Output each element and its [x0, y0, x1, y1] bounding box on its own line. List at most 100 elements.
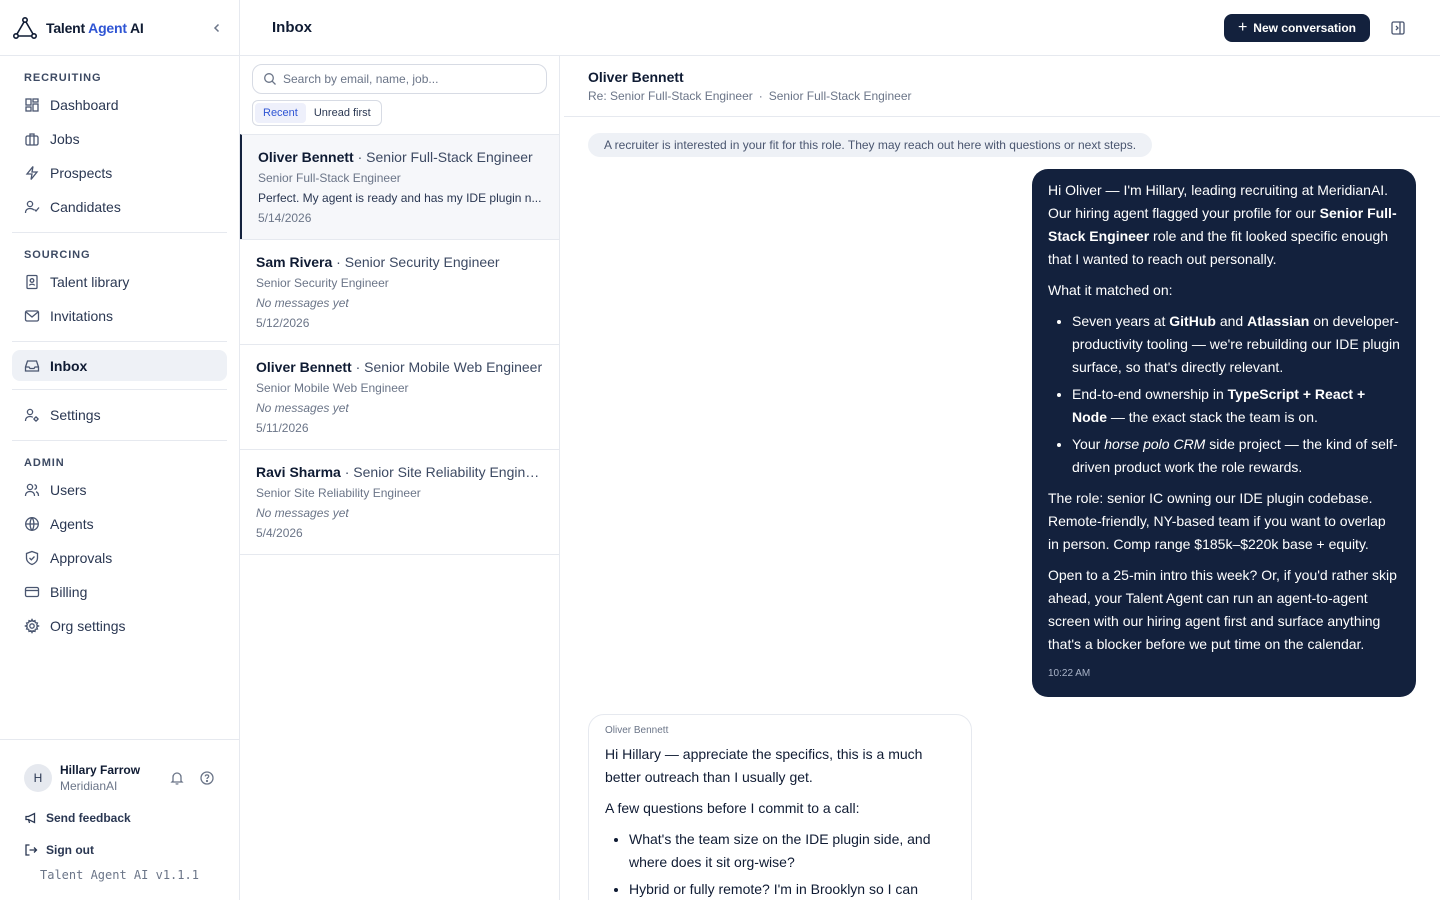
sidebar-item-label: Agents — [50, 516, 94, 532]
text-run-bold: GitHub — [1169, 313, 1216, 329]
system-note: A recruiter is interested in your fit fo… — [588, 133, 1153, 157]
search-icon — [264, 73, 276, 85]
message-paragraph: A few questions before I commit to a cal… — [605, 800, 860, 816]
sign-out-button[interactable]: Sign out — [12, 834, 227, 866]
conversation-list: Recent Unread first Oliver Bennett · Sen… — [240, 56, 560, 900]
separator: · — [351, 359, 365, 375]
conversation-date: 5/12/2026 — [256, 316, 310, 330]
sidebar-item-approvals[interactable]: Approvals — [12, 541, 227, 575]
thread-subject: Re: Senior Full-Stack Engineer — [588, 89, 753, 103]
conversation-thread: Oliver Bennett Re: Senior Full-Stack Eng… — [564, 56, 1440, 900]
sign-out-icon — [25, 844, 38, 856]
send-feedback-label: Send feedback — [46, 811, 131, 825]
lightning-icon — [25, 166, 39, 180]
conversation-item[interactable]: Sam Rivera · Senior Security Engineer Se… — [240, 239, 559, 344]
sidebar-item-invitations[interactable]: Invitations — [12, 299, 227, 333]
filter-tabs: Recent Unread first — [252, 100, 382, 126]
conversation-preview: No messages yet — [256, 401, 349, 415]
user-org: MeridianAI — [60, 779, 118, 793]
chevron-left-icon — [213, 23, 220, 32]
conversation-item[interactable]: Oliver Bennett · Senior Mobile Web Engin… — [240, 344, 559, 449]
message-paragraph: Hi Hillary — appreciate the specifics, t… — [605, 746, 923, 785]
list-item: Your horse polo CRM side project — the k… — [1072, 433, 1400, 479]
new-conversation-button[interactable]: + New conversation — [1223, 13, 1370, 42]
new-conversation-label: New conversation — [1253, 20, 1356, 35]
conversation-role: Senior Full-Stack Engineer — [258, 171, 401, 185]
sidebar-item-label: Talent library — [50, 274, 130, 290]
brand-name-prefix: Talent — [46, 19, 89, 36]
sidebar-item-prospects[interactable]: Prospects — [12, 156, 227, 190]
help-icon[interactable] — [199, 770, 215, 786]
panel-right-icon — [1391, 20, 1405, 35]
sign-out-label: Sign out — [46, 843, 94, 857]
conversation-heading: Ravi Sharma · Senior Site Reliability En… — [256, 464, 543, 480]
sidebar-item-label: Org settings — [50, 618, 126, 634]
sidebar-item-agents[interactable]: Agents — [12, 507, 227, 541]
conversation-heading: Oliver Bennett · Senior Mobile Web Engin… — [256, 359, 543, 375]
message-paragraph: The role: senior IC owning our IDE plugi… — [1048, 490, 1386, 552]
nav-divider — [12, 341, 227, 342]
nav-divider — [12, 389, 227, 390]
nav-divider — [12, 440, 227, 441]
tab-unread-first[interactable]: Unread first — [306, 103, 379, 123]
text-run: Your — [1072, 436, 1105, 452]
collapse-sidebar-button[interactable] — [207, 18, 227, 38]
dashboard-icon — [25, 98, 39, 112]
sidebar-item-talent-library[interactable]: Talent library — [12, 265, 227, 299]
sidebar-item-label: Billing — [50, 584, 88, 600]
brand-name-suffix: AI — [126, 19, 144, 36]
sidebar-item-jobs[interactable]: Jobs — [12, 122, 227, 156]
list-item: Seven years at GitHub and Atlassian on d… — [1072, 310, 1400, 379]
mail-icon — [24, 310, 40, 322]
text-run: and — [1215, 313, 1248, 329]
sidebar-item-settings[interactable]: Settings — [12, 398, 227, 432]
conversation-date: 5/11/2026 — [256, 421, 309, 435]
sidebar-item-candidates[interactable]: Candidates — [12, 190, 227, 224]
sidebar-footer: H Hillary Farrow MeridianAI Send feedbac… — [0, 739, 239, 900]
sidebar-item-label: Inbox — [50, 357, 88, 374]
sidebar-nav: RECRUITING Dashboard Jobs Prospects Cand… — [0, 56, 239, 643]
search-input[interactable] — [283, 72, 536, 86]
conversation-role: Senior Site Reliability Engineer — [256, 486, 421, 500]
users-icon — [24, 483, 40, 497]
message-paragraph: Hi Oliver — I'm Hillary, leading recruit… — [1048, 179, 1400, 271]
nav-divider — [12, 232, 227, 233]
conversation-preview: Perfect. My agent is ready and has my ID… — [258, 191, 542, 205]
brand-name: Talent Agent AI — [46, 20, 144, 36]
sidebar-item-billing[interactable]: Billing — [12, 575, 227, 609]
tab-recent[interactable]: Recent — [255, 103, 306, 123]
sidebar-item-label: Users — [50, 482, 87, 498]
sidebar-item-users[interactable]: Users — [12, 473, 227, 507]
sidebar-item-inbox[interactable]: Inbox — [12, 350, 227, 381]
conversation-preview: No messages yet — [256, 506, 349, 520]
sidebar-item-label: Candidates — [50, 199, 121, 215]
message-list: Seven years at GitHub and Atlassian on d… — [1048, 310, 1400, 479]
sidebar-item-org-settings[interactable]: Org settings — [12, 609, 227, 643]
separator: · — [353, 149, 367, 165]
bell-icon[interactable] — [169, 770, 185, 786]
user-settings-icon — [24, 408, 39, 422]
thread-header: Oliver Bennett Re: Senior Full-Stack Eng… — [564, 56, 1440, 117]
conversation-heading: Oliver Bennett · Senior Full-Stack Engin… — [258, 149, 543, 165]
section-title-sourcing: SOURCING — [24, 249, 91, 261]
sidebar-item-dashboard[interactable]: Dashboard — [12, 88, 227, 122]
text-run-bold: Atlassian — [1247, 313, 1310, 329]
list-item: Hybrid or fully remote? I'm in Brooklyn … — [629, 878, 955, 900]
user-check-icon — [24, 200, 40, 214]
conversation-item[interactable]: Ravi Sharma · Senior Site Reliability En… — [240, 449, 559, 554]
send-feedback-button[interactable]: Send feedback — [12, 802, 227, 834]
list-end-divider — [240, 554, 559, 555]
toggle-panel-button[interactable] — [1388, 18, 1408, 38]
conversation-date: 5/14/2026 — [258, 211, 312, 225]
section-title-admin: ADMIN — [24, 457, 65, 469]
shield-check-icon — [25, 550, 39, 566]
message-timestamp: 10:22 AM — [1048, 668, 1091, 679]
user-profile[interactable]: H Hillary Farrow MeridianAI — [12, 750, 227, 796]
conversation-preview: No messages yet — [256, 296, 349, 310]
megaphone-icon — [25, 812, 36, 824]
thread-subtitle: Re: Senior Full-Stack Engineer · Senior Fu… — [588, 89, 1416, 103]
separator: · — [340, 464, 354, 480]
conversation-item[interactable]: Oliver Bennett · Senior Full-Stack Engin… — [240, 134, 559, 239]
section-title-recruiting: RECRUITING — [24, 72, 102, 84]
avatar: H — [24, 764, 52, 792]
